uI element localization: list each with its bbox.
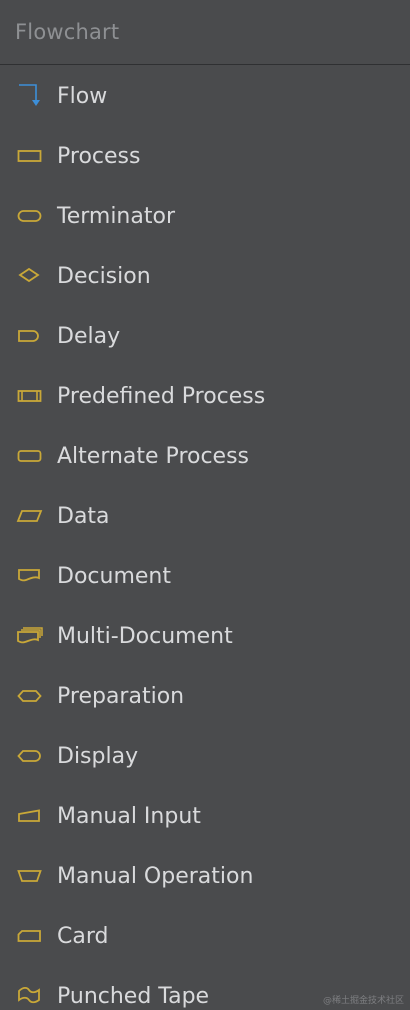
shape-item-label: Manual Operation (57, 863, 254, 889)
shape-item-label: Display (57, 743, 139, 769)
shape-item-label: Flow (57, 83, 108, 109)
shape-item-manual-input[interactable]: Manual Input (0, 786, 410, 846)
panel-header[interactable]: Flowchart (0, 0, 410, 65)
shape-item-terminator[interactable]: Terminator (0, 186, 410, 246)
shape-item-predefined-process[interactable]: Predefined Process (0, 366, 410, 426)
shape-list: Flow Process Terminator Decision Delay P… (0, 66, 410, 1010)
shape-item-label: Alternate Process (57, 443, 250, 469)
shape-item-multi-document[interactable]: Multi-Document (0, 606, 410, 666)
multi-document-icon (17, 625, 43, 647)
shape-item-label: Predefined Process (57, 383, 266, 409)
shape-item-data[interactable]: Data (0, 486, 410, 546)
delay-d-shape-icon (17, 325, 43, 347)
flowchart-shapes-panel: Flowchart Flow Process Terminator Decisi… (0, 0, 410, 1010)
card-icon (17, 925, 43, 947)
shape-item-display[interactable]: Display (0, 726, 410, 786)
shape-item-document[interactable]: Document (0, 546, 410, 606)
shape-item-label: Process (57, 143, 141, 169)
panel-title: Flowchart (15, 20, 120, 44)
shape-item-label: Decision (57, 263, 151, 289)
shape-item-card[interactable]: Card (0, 906, 410, 966)
terminator-stadium-icon (17, 205, 43, 227)
shape-item-label: Preparation (57, 683, 185, 709)
shape-item-flow[interactable]: Flow (0, 66, 410, 126)
shape-item-label: Delay (57, 323, 121, 349)
shape-item-label: Document (57, 563, 171, 589)
watermark: @稀土掘金技术社区 (322, 996, 404, 1006)
predefined-process-icon (17, 385, 43, 407)
shape-item-label: Card (57, 923, 109, 949)
shape-item-preparation[interactable]: Preparation (0, 666, 410, 726)
flow-arrow-icon (17, 84, 43, 107)
shape-item-label: Multi-Document (57, 623, 233, 649)
shape-item-label: Manual Input (57, 803, 201, 829)
shape-item-alternate-process[interactable]: Alternate Process (0, 426, 410, 486)
display-icon (17, 745, 43, 767)
shape-item-manual-operation[interactable]: Manual Operation (0, 846, 410, 906)
preparation-hexagon-icon (17, 685, 43, 707)
shape-item-process[interactable]: Process (0, 126, 410, 186)
document-icon (17, 565, 43, 587)
punched-tape-icon (17, 985, 43, 1007)
process-rectangle-icon (17, 145, 43, 167)
shape-item-label: Data (57, 503, 110, 529)
shape-item-label: Terminator (57, 203, 175, 229)
manual-input-icon (17, 805, 43, 827)
manual-operation-trapezoid-icon (17, 865, 43, 887)
data-parallelogram-icon (16, 505, 43, 527)
shape-item-decision[interactable]: Decision (0, 246, 410, 306)
decision-diamond-icon (17, 265, 43, 287)
alternate-process-icon (17, 445, 43, 467)
shape-item-delay[interactable]: Delay (0, 306, 410, 366)
shape-item-label: Punched Tape (57, 983, 210, 1009)
